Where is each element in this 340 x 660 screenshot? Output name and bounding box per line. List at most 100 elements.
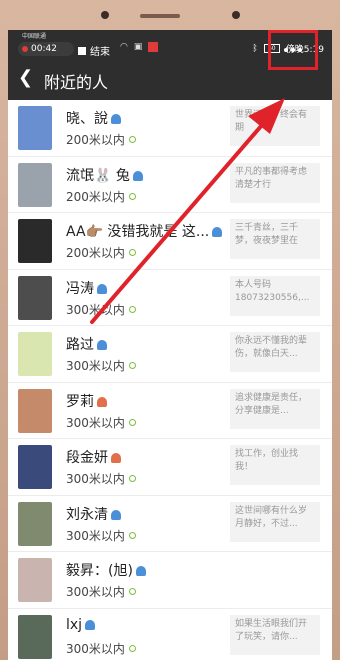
sensor [232, 11, 240, 19]
signature-text: 找工作，创业找我！ [230, 445, 320, 485]
signature-text: 本人号码 18073230556,... [230, 275, 320, 316]
person-name-text: AA👉🏽 没错我就是 这... [66, 224, 210, 240]
online-dot-icon [128, 644, 136, 652]
person-name-text: 毅昇：(旭) [66, 563, 133, 579]
notification-icons: ◠ ▣ [120, 42, 159, 52]
list-item[interactable]: 罗莉 300米以内 追求健康是责任，分享健康是... [8, 383, 332, 439]
signature-text: 三千青丝，三千梦，夜夜梦里在 [230, 219, 320, 259]
male-icon [132, 170, 143, 181]
male-icon [212, 227, 223, 237]
app-badge-icon [148, 42, 159, 52]
distance-label: 200米以内 [66, 244, 136, 261]
person-name-text: 冯涛 [66, 280, 94, 297]
distance-text: 200米以内 [66, 246, 125, 260]
list-item[interactable]: AA👉🏽 没错我就是 这... 200米以内 三千青丝，三千梦，夜夜梦里在 [8, 213, 332, 270]
avatar [18, 445, 52, 489]
person-name: lxj [66, 616, 96, 633]
avatar [18, 275, 52, 320]
person-name-text: 刘永清 [66, 506, 108, 523]
person-name: 罗莉 [66, 391, 107, 411]
male-icon [111, 509, 121, 520]
distance-label: 300米以内 [66, 583, 136, 600]
avatar [18, 388, 52, 433]
male-icon [135, 566, 146, 576]
recording-time: 00:42 [31, 44, 57, 54]
list-item[interactable]: 晓、說 200米以内 世界辽阔，终会有期 [8, 100, 332, 157]
distance-label: 300米以内 [66, 470, 136, 487]
distance-text: 300米以内 [66, 359, 125, 373]
earpiece-speaker [140, 14, 180, 18]
online-dot-icon [128, 362, 136, 369]
distance-text: 300米以内 [66, 415, 125, 430]
list-item[interactable]: 冯涛 300米以内 本人号码 18073230556,... [8, 270, 332, 326]
female-icon [111, 453, 121, 463]
person-name: 冯涛 [66, 278, 107, 298]
male-icon [97, 283, 107, 294]
end-label: 结束 [90, 47, 110, 58]
list-item[interactable]: 流氓🐰 兔 200米以内 平凡的事都得考虑清楚才行 [8, 157, 332, 213]
person-name: 毅昇：(旭) [66, 560, 146, 580]
distance-label: 300米以内 [66, 414, 136, 431]
chevron-left-icon[interactable]: ❮ [18, 68, 33, 88]
image-icon: ▣ [133, 42, 143, 52]
male-icon [111, 114, 121, 124]
person-name-text: 路过 [66, 337, 94, 353]
distance-label: 200米以内 [66, 188, 136, 205]
avatar [18, 614, 52, 659]
distance-text: 300米以内 [66, 641, 125, 656]
distance-text: 200米以内 [66, 133, 125, 147]
male-icon [85, 619, 96, 630]
avatar [18, 219, 52, 263]
person-name: 晓、說 [66, 108, 121, 128]
distance-label: 300米以内 [66, 527, 136, 544]
online-dot-icon [128, 305, 136, 313]
distance-text: 300米以内 [66, 302, 125, 317]
avatar [18, 332, 52, 376]
distance-text: 200米以内 [66, 189, 125, 204]
person-name-text: 段金妍 [66, 450, 108, 466]
online-dot-icon [128, 475, 136, 482]
signature-text: 你永远不懂我的辈伤，就像白天... [230, 332, 320, 372]
signature-text: 如果生活眼我们开了玩笑，请你... [230, 614, 320, 655]
wifi-icon: ◠ [120, 42, 128, 52]
avatar [18, 558, 52, 602]
online-dot-icon [128, 136, 136, 143]
person-name: 流氓🐰 兔 [66, 165, 143, 185]
online-dot-icon [128, 588, 136, 595]
nearby-people-list: 晓、說 200米以内 世界辽阔，终会有期 流氓🐰 兔 200米以内 平凡的事都得考虑清楚才… [8, 100, 332, 660]
person-name: AA👉🏽 没错我就是 这... [66, 221, 223, 241]
list-item[interactable]: lxj 300米以内 如果生活眼我们开了玩笑，请你... [8, 609, 332, 660]
carrier-label: 中国联通 [22, 33, 47, 40]
distance-label: 300米以内 [66, 640, 136, 657]
list-item[interactable]: 毅昇：(旭) 300米以内 [8, 552, 332, 609]
online-dot-icon [128, 192, 136, 200]
signature-text: 这世间哪有什么岁月静好，不过... [230, 501, 320, 542]
person-name: 刘永清 [66, 504, 121, 524]
more-button[interactable] [268, 30, 318, 70]
screen-recording-pill[interactable]: 00:42 [18, 42, 74, 56]
signature-text: 追求健康是责任，分享健康是... [230, 388, 320, 429]
distance-label: 200米以内 [66, 131, 136, 148]
more-dot-icon [298, 48, 302, 52]
list-item[interactable]: 段金妍 300米以内 找工作，创业找我！ [8, 439, 332, 496]
page-title: 附近的人 [44, 73, 109, 92]
distance-text: 300米以内 [66, 472, 125, 486]
record-dot-icon [22, 46, 28, 52]
front-camera [101, 11, 109, 19]
more-dot-icon [291, 48, 295, 52]
female-icon [97, 396, 107, 407]
list-item[interactable]: 路过 300米以内 你永远不懂我的辈伤，就像白天... [8, 326, 332, 383]
avatar [18, 106, 52, 150]
distance-label: 300米以内 [66, 357, 136, 374]
person-name: 段金妍 [66, 447, 121, 467]
end-recording-button[interactable]: 结束 [78, 43, 110, 58]
signature-text: 平凡的事都得考虑清楚才行 [230, 162, 320, 203]
list-item[interactable]: 刘永清 300米以内 这世间哪有什么岁月静好，不过... [8, 496, 332, 552]
person-name: 路过 [66, 334, 107, 354]
person-name-text: lxj [66, 616, 83, 633]
stop-icon [78, 46, 86, 55]
avatar [18, 501, 52, 546]
male-icon [97, 340, 107, 350]
distance-text: 300米以内 [66, 528, 125, 543]
distance-text: 300米以内 [66, 585, 125, 599]
